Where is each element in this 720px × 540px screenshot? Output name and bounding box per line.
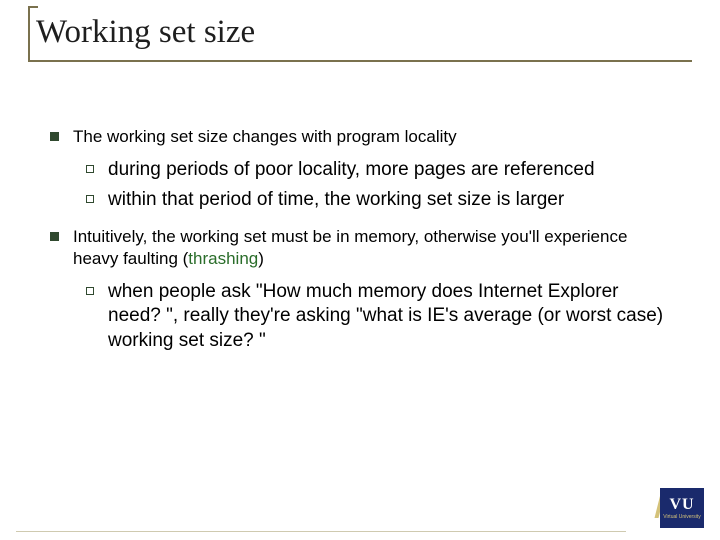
bullet-1-text: The working set size changes with progra…	[73, 126, 670, 148]
sub-bullet: when people ask "How much memory does In…	[86, 280, 670, 353]
slide: Working set size The working set size ch…	[0, 0, 720, 540]
bullet-2-text: Intuitively, the working set must be in …	[73, 226, 670, 270]
sub-bullet-text: within that period of time, the working …	[108, 188, 670, 212]
vu-logo: VU Virtual University	[634, 486, 704, 528]
sub-bullet: within that period of time, the working …	[86, 188, 670, 212]
bullet-1: The working set size changes with progra…	[50, 126, 670, 212]
title-underline	[28, 60, 692, 62]
square-bullet-icon	[50, 132, 59, 141]
hollow-square-bullet-icon	[86, 195, 94, 203]
logo-box: VU Virtual University	[660, 488, 704, 528]
sub-bullet-text: during periods of poor locality, more pa…	[108, 158, 670, 182]
hollow-square-bullet-icon	[86, 165, 94, 173]
bullet-1-sub: during periods of poor locality, more pa…	[86, 158, 670, 213]
logo-subtext: Virtual University	[663, 514, 700, 520]
slide-content: The working set size changes with progra…	[50, 126, 670, 367]
square-bullet-icon	[50, 232, 59, 241]
hollow-square-bullet-icon	[86, 287, 94, 295]
bullet-2: Intuitively, the working set must be in …	[50, 226, 670, 352]
sub-bullet-text: when people ask "How much memory does In…	[108, 280, 670, 353]
bullet-2-pre: Intuitively, the working set must be in …	[73, 227, 627, 268]
bullet-2-post: )	[258, 249, 264, 268]
logo-text: VU	[669, 497, 694, 513]
title-wrap: Working set size	[28, 12, 255, 51]
slide-title: Working set size	[28, 12, 255, 51]
thrashing-term: thrashing	[188, 249, 258, 268]
footer-rule	[16, 531, 626, 532]
sub-bullet: during periods of poor locality, more pa…	[86, 158, 670, 182]
bullet-2-sub: when people ask "How much memory does In…	[86, 280, 670, 353]
